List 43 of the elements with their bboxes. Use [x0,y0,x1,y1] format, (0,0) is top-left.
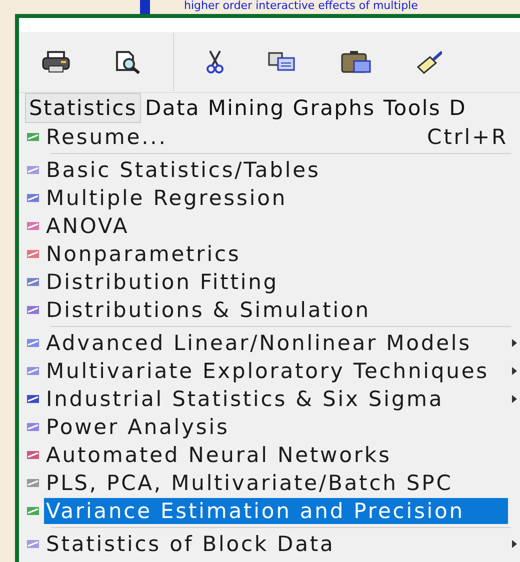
menu-item-icon [27,221,39,231]
menu-item-icon [27,132,39,142]
menu-item[interactable]: Advanced Linear/Nonlinear Models [44,330,508,356]
menu-item[interactable]: Multiple Regression [44,185,508,211]
menu-item-icon [27,450,39,460]
menu-title[interactable]: Data Mining [141,93,289,123]
menu-item-icon [27,165,39,175]
menu-item-icon [27,277,39,287]
copy-icon[interactable] [268,52,296,72]
menu-item-icon [27,305,39,315]
menu-item[interactable]: ANOVA [44,213,508,239]
menu-item[interactable]: Automated Neural Networks [44,442,508,468]
menu-title[interactable]: D [445,93,470,123]
menu-title[interactable]: Tools [379,93,446,123]
menu-item[interactable]: Multivariate Exploratory Techniques [44,358,508,384]
menu-item[interactable]: Distribution Fitting [44,269,508,295]
menu-item-icon [27,338,39,348]
menu-item[interactable]: PLS, PCA, Multivariate/Batch SPC [44,470,508,496]
menu-item-icon [27,422,39,432]
document-text: higher order interactive effects of multiple [184,0,418,12]
menu-item-icon [27,478,39,488]
clipboard-icon[interactable] [340,50,372,74]
window-edge [140,0,150,14]
menu-item[interactable]: Nonparametrics [44,241,508,267]
menu-item[interactable]: Statistics of Block Data [44,531,508,557]
paintbrush-icon[interactable] [416,49,442,75]
menu-item-icon [27,539,39,549]
menu-item-icon [27,394,39,404]
menu-title[interactable]: Graphs [288,93,380,123]
menu-item[interactable]: Distributions & Simulation [44,297,508,323]
menu-item-icon [27,193,39,203]
menu-title[interactable]: Statistics [25,93,141,123]
menu-item[interactable]: Power Analysis [44,414,508,440]
magnifier-page-icon[interactable] [115,50,141,74]
menu-item-icon [27,249,39,259]
printer-icon[interactable] [41,51,71,73]
menu-item[interactable]: Industrial Statistics & Six Sigma [44,386,508,412]
menu-item[interactable]: Resume... Ctrl+R [44,124,508,150]
menu-item-icon [27,506,39,516]
menu-item[interactable]: Variance Estimation and Precision [44,498,508,524]
menu-item[interactable]: Basic Statistics/Tables [44,157,508,183]
scissors-icon[interactable] [206,50,224,74]
menu-item-icon [27,366,39,376]
